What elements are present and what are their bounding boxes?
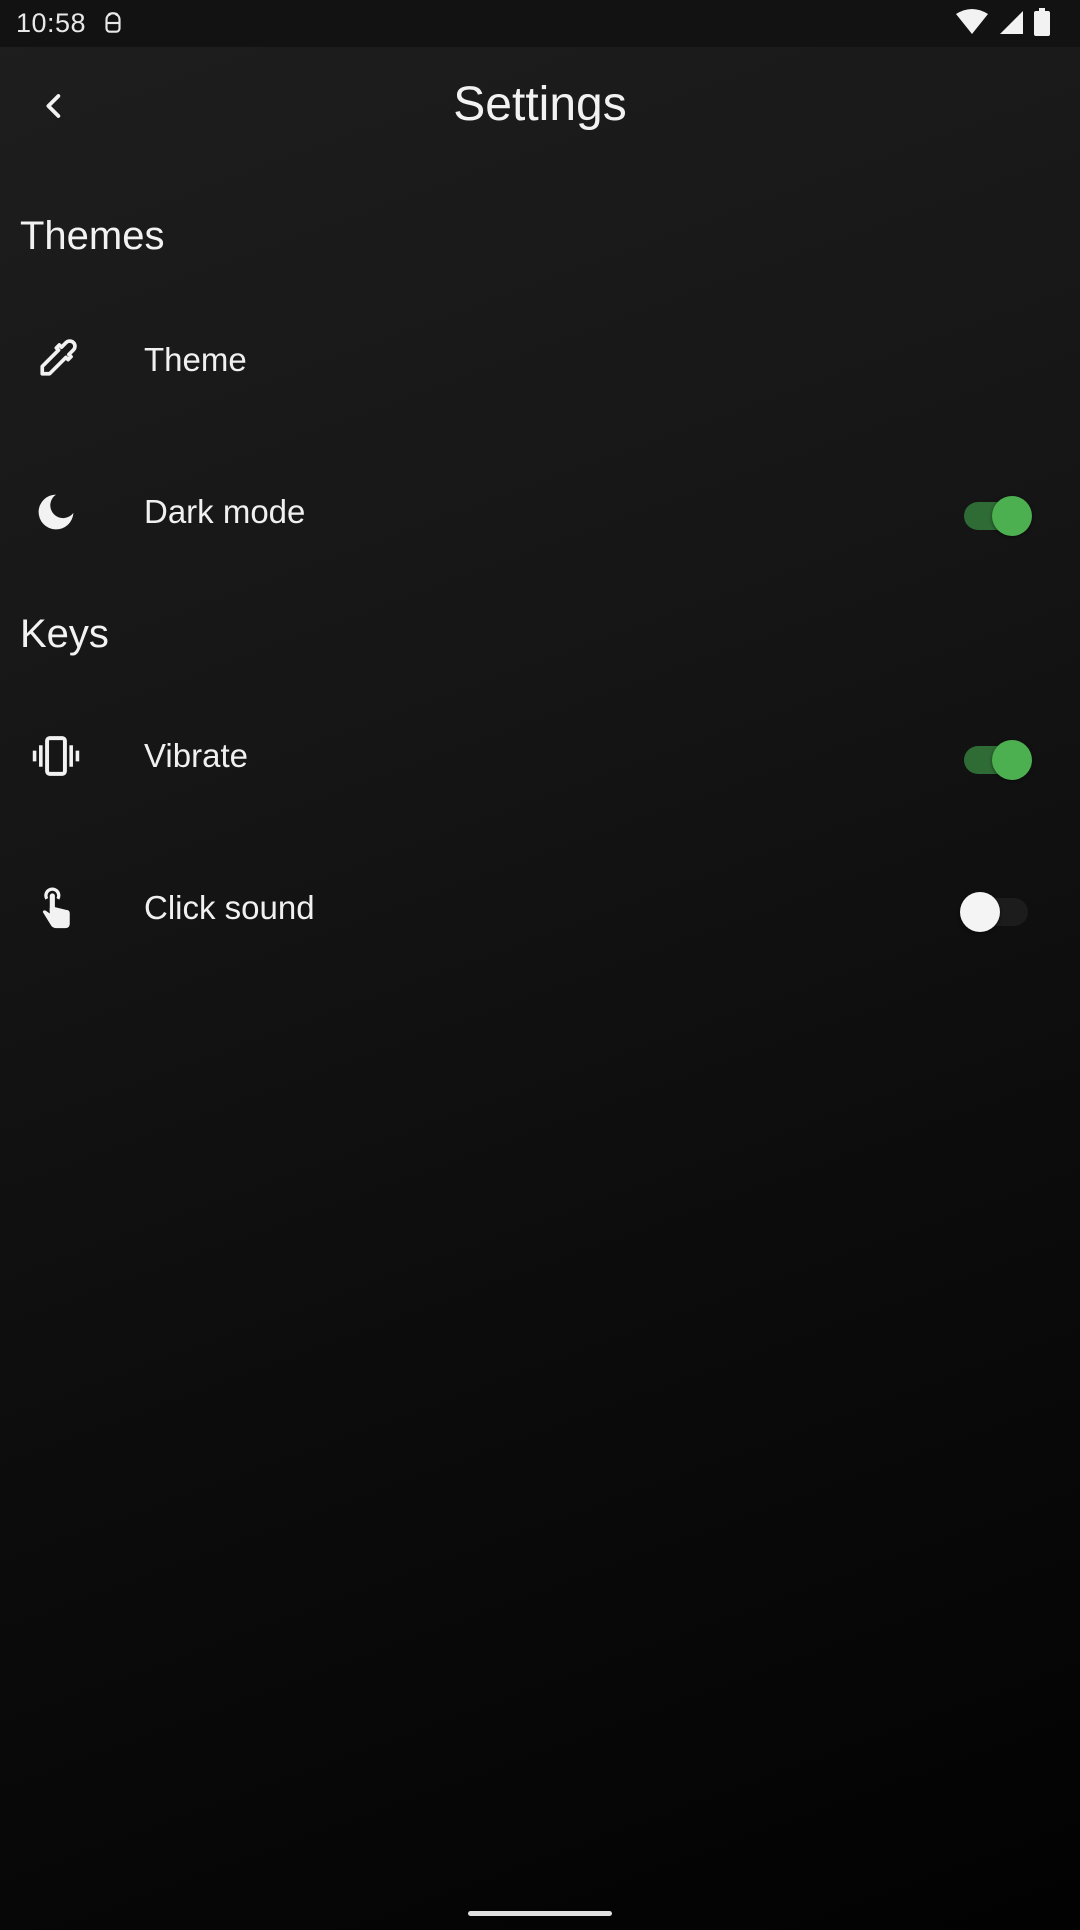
moon-icon (30, 486, 82, 538)
battery-icon (1034, 7, 1050, 41)
gesture-nav-handle[interactable] (468, 1911, 612, 1916)
dark-mode-label: Dark mode (144, 493, 306, 530)
theme-label: Theme (144, 341, 247, 378)
cellular-signal-icon (998, 9, 1024, 40)
click-sound-label: Click sound (144, 889, 315, 926)
settings-screen: 10:58 Settings Themes Theme Dark mode Ke… (0, 0, 1080, 1930)
section-header-keys: Keys (20, 612, 109, 656)
click-sound-toggle[interactable] (960, 888, 1032, 932)
settings-row-vibrate[interactable]: Vibrate (0, 686, 1080, 826)
android-debug-icon (100, 10, 126, 36)
wifi-icon (956, 8, 988, 40)
settings-row-dark-mode[interactable]: Dark mode (0, 442, 1080, 582)
dark-mode-toggle[interactable] (960, 492, 1032, 536)
touch-icon (30, 882, 82, 934)
app-bar: Settings (0, 47, 1080, 169)
settings-row-theme[interactable]: Theme (0, 290, 1080, 430)
status-time: 10:58 (16, 8, 87, 38)
page-title: Settings (453, 78, 627, 131)
section-header-themes: Themes (20, 214, 165, 258)
toggle-thumb (960, 892, 1000, 932)
eyedropper-icon (30, 334, 82, 386)
vibrate-toggle[interactable] (960, 736, 1032, 780)
status-bar: 10:58 (0, 0, 1080, 47)
settings-row-click-sound[interactable]: Click sound (0, 838, 1080, 978)
status-icons (956, 7, 1050, 41)
toggle-thumb (992, 496, 1032, 536)
toggle-thumb (992, 740, 1032, 780)
vibrate-label: Vibrate (144, 737, 248, 774)
vibrate-icon (30, 730, 82, 782)
